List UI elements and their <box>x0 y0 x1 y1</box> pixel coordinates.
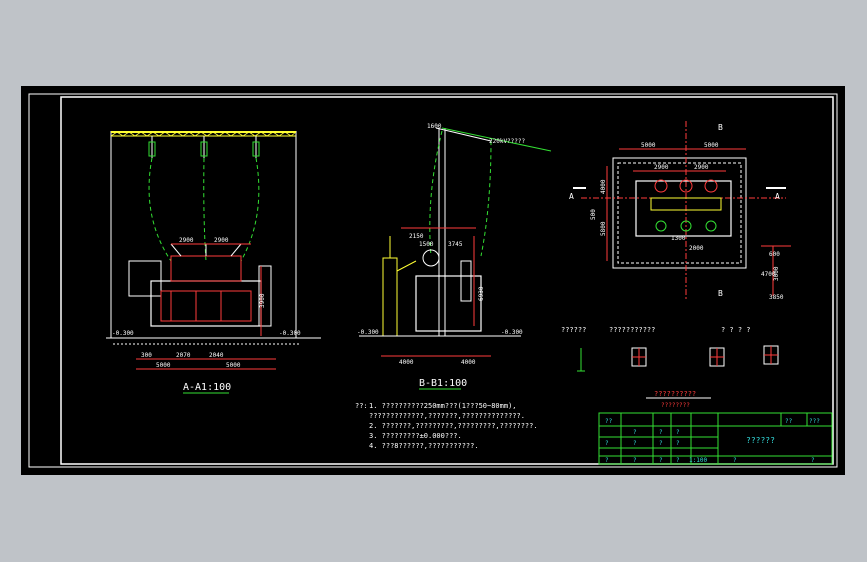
a-level-right: -0.300 <box>279 330 301 337</box>
a-dim-bottom-1: 5000 <box>156 362 171 369</box>
tb-cell-8: ? <box>659 440 663 447</box>
details-subtitle: ?????????? <box>654 390 696 398</box>
a-level-left: -0.300 <box>112 330 134 337</box>
tb-cell-1: ?? <box>785 418 793 425</box>
section-a-title: A-A1:100 <box>183 382 231 393</box>
b-level-right: -0.300 <box>501 329 523 336</box>
note-line-5: 4. ???8??????,???????????. <box>369 442 479 450</box>
tb-cell-5: ? <box>659 429 663 436</box>
a-dim-sub-1: 300 <box>141 352 152 359</box>
tb-cell-9: ? <box>676 440 680 447</box>
b-dim-bottom-2: 4000 <box>461 359 476 366</box>
tb-cell-12: ? <box>633 457 637 464</box>
section-b-title: B-B1:100 <box>419 378 467 389</box>
a-height-dim: 3900 <box>259 293 266 308</box>
a-dim-top-2: 2900 <box>214 237 229 244</box>
plan-bottom-dim: 2000 <box>689 245 704 252</box>
cad-drawing: -0.300 -0.300 2900 2900 300 2070 2040 50… <box>28 93 838 468</box>
plan-left-dim-1: 4000 <box>600 179 607 194</box>
cad-viewport[interactable]: -0.300 -0.300 2900 2900 300 2070 2040 50… <box>21 86 845 475</box>
b-top-label: 1600 <box>427 123 442 130</box>
tb-cell-2: ??? <box>809 418 820 425</box>
plan-dim-inner-1: 2900 <box>654 164 669 171</box>
b-line-label: 220kV????? <box>489 138 526 145</box>
tb-cell-10: ? <box>605 440 609 447</box>
tb-cell-11: ? <box>605 457 609 464</box>
plan-dim-inner-2: 2900 <box>694 164 709 171</box>
details-scale: ???????? <box>661 402 690 409</box>
tb-cell-7: ? <box>633 440 637 447</box>
plan-right-dim-1: 600 <box>769 251 780 258</box>
plan-dim-top-2: 5000 <box>704 142 719 149</box>
plan-mark-b-top: B <box>718 123 723 132</box>
title-block-main: ?????? <box>746 436 775 445</box>
tb-cell-6: ? <box>676 429 680 436</box>
detail-label-1: ?????? <box>561 326 586 334</box>
detail-label-3: ? ? ? ? <box>721 326 751 334</box>
note-line-1: 1. ??????????250mm???(1???50~80mm), <box>369 402 517 410</box>
detail-label-2: ??????????? <box>609 326 655 334</box>
note-line-2: ?????????????,???????,??????????????. <box>369 412 525 420</box>
b-level-left: -0.300 <box>357 329 379 336</box>
tb-cell-13: ? <box>659 457 663 464</box>
plan-mark-a-right: A <box>775 192 780 201</box>
plan-right-dim-4: 3850 <box>769 294 784 301</box>
plan-dim-top-1: 5000 <box>641 142 656 149</box>
plan-view <box>573 121 791 301</box>
b-dim-top-3: 3745 <box>448 241 463 248</box>
b-dim-bottom-1: 4000 <box>399 359 414 366</box>
notes-prefix: ??: <box>355 402 368 410</box>
plan-right-dim-3: 3000 <box>773 266 780 281</box>
a-dim-sub-2: 2070 <box>176 352 191 359</box>
b-height-dim: 6930 <box>478 286 485 301</box>
plan-mark-b-bottom: B <box>718 289 723 298</box>
plan-left-dim-3: 500 <box>590 209 597 220</box>
title-block-scale: 1:100 <box>689 457 707 464</box>
detail-symbols <box>577 345 779 372</box>
tb-cell-16: ? <box>811 457 815 464</box>
a-dim-bottom-2: 5000 <box>226 362 241 369</box>
tb-cell-15: ? <box>733 457 737 464</box>
a-dim-top-1: 2900 <box>179 237 194 244</box>
plan-left-dim-2: 5800 <box>600 221 607 236</box>
plan-center-dim: 1300 <box>671 235 686 242</box>
tb-cell-4: ? <box>633 429 637 436</box>
note-line-4: 3. ?????????±0.000???. <box>369 432 462 440</box>
a-dim-sub-3: 2040 <box>209 352 224 359</box>
b-dim-top-1: 2150 <box>409 233 424 240</box>
note-line-3: 2. ???????,?????????,?????????,????????. <box>369 422 538 430</box>
plan-mark-a-left: A <box>569 192 574 201</box>
b-dim-top-2: 1500 <box>419 241 434 248</box>
tb-cell-14: ? <box>676 457 680 464</box>
tb-cell-3: ?? <box>605 418 613 425</box>
